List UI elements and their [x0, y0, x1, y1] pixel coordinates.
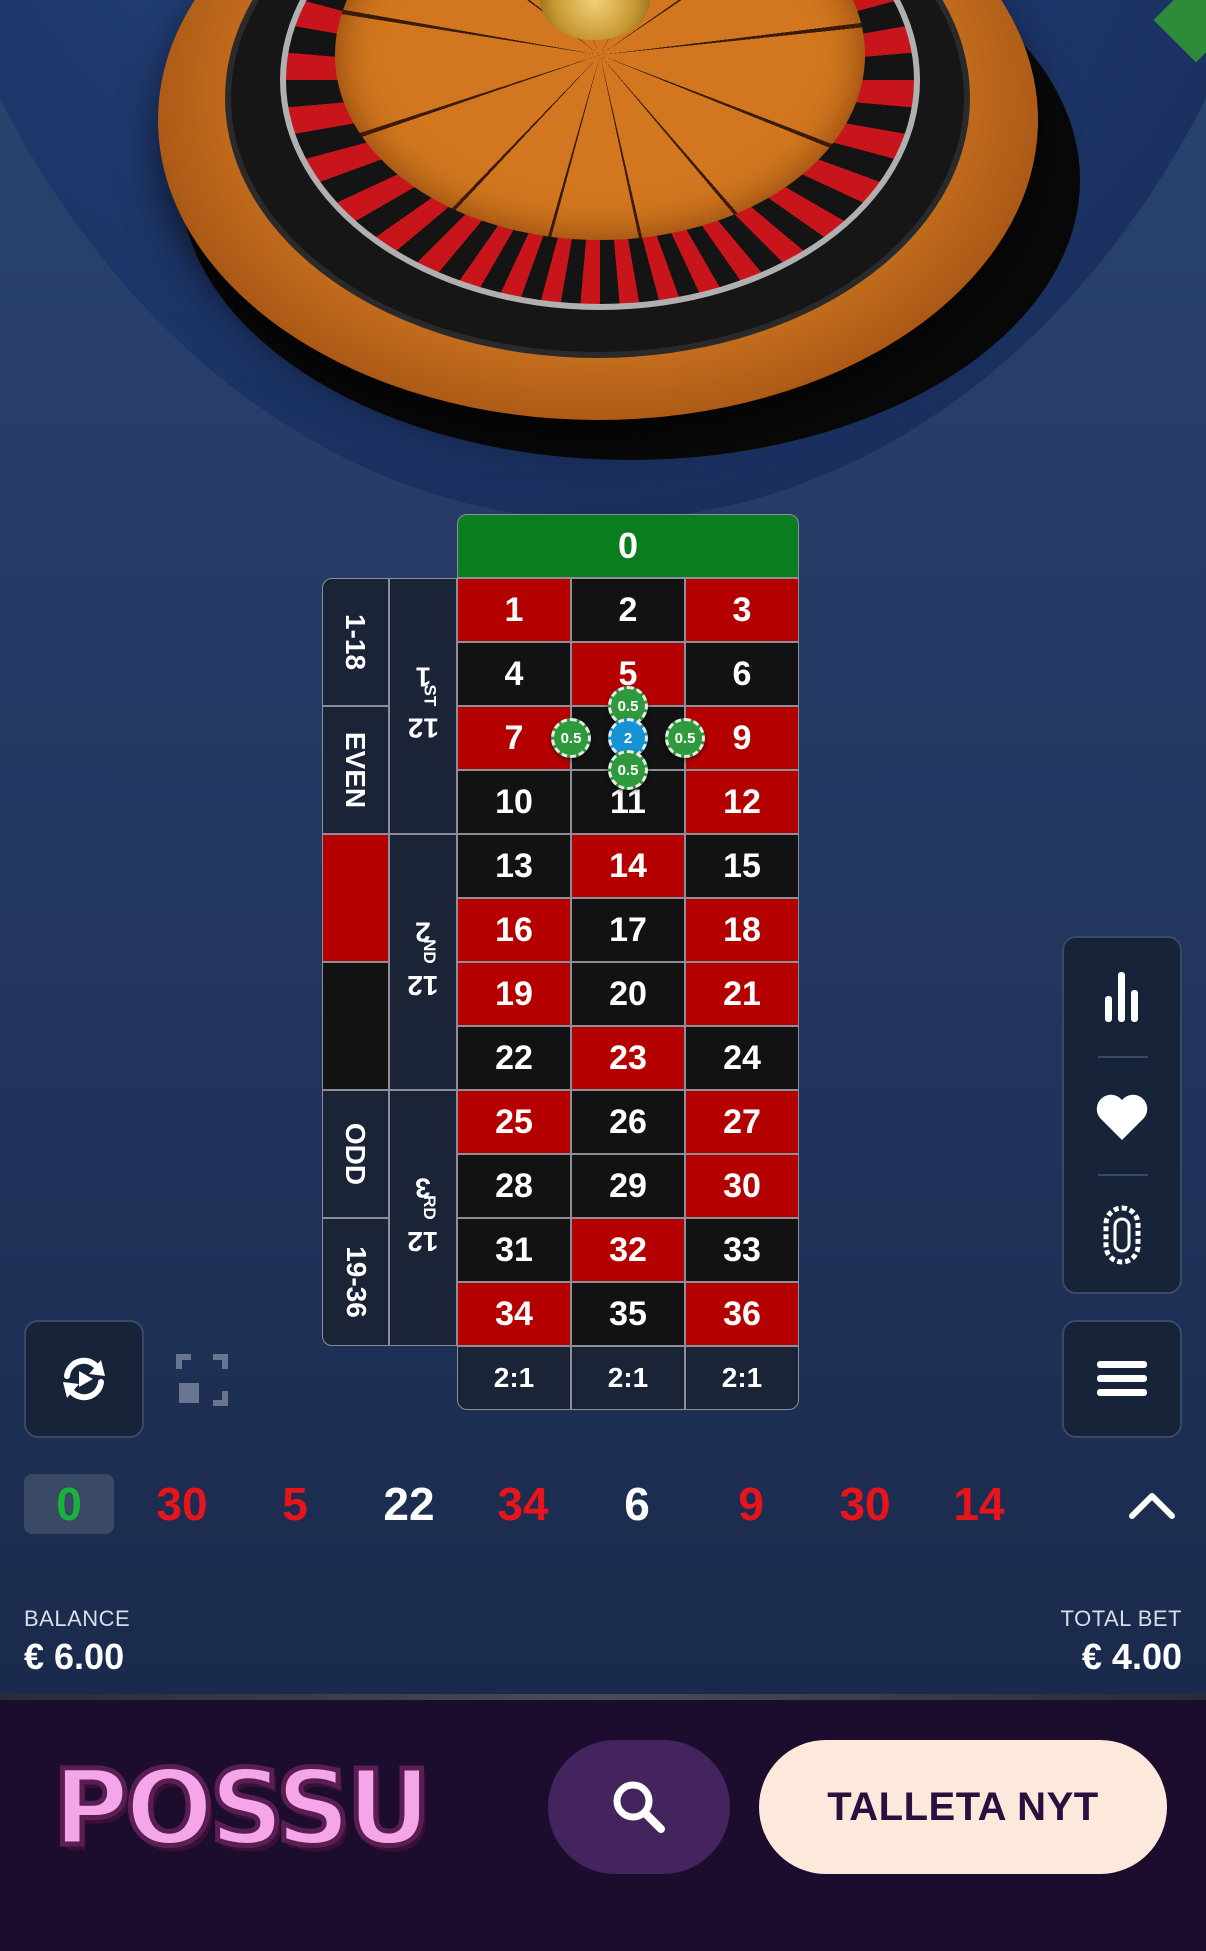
bet-cell-number[interactable]: 22 [457, 1026, 571, 1090]
dozen-value: 12 [407, 970, 439, 1002]
dozen-value: 12 [407, 1226, 439, 1258]
bet-cell-number[interactable]: 14 [571, 834, 685, 898]
roulette-wheel-video [0, 0, 1206, 520]
dozen-label: 3RD12 [407, 1172, 439, 1258]
dozen-number: 3 [415, 1172, 431, 1204]
history-result: 5 [282, 1478, 308, 1530]
history-latest-result: 0 [24, 1474, 114, 1534]
bet-cell-column[interactable]: 2:1 [685, 1346, 799, 1410]
bet-cell-number[interactable]: 21 [685, 962, 799, 1026]
bet-cell-number[interactable]: 2 [571, 578, 685, 642]
bet-cell-number[interactable]: 19 [457, 962, 571, 1026]
bet-chip[interactable]: 0.5 [551, 718, 591, 758]
history-result: 30 [156, 1478, 208, 1530]
bet-cell-number[interactable]: 33 [685, 1218, 799, 1282]
bet-cell-number[interactable]: 27 [685, 1090, 799, 1154]
bet-cell-column[interactable]: 2:1 [457, 1346, 571, 1410]
bet-cell-number[interactable]: 18 [685, 898, 799, 962]
bet-cell-number[interactable]: 32 [571, 1218, 685, 1282]
menu-button[interactable] [1062, 1320, 1182, 1438]
chevron-up-icon [1129, 1493, 1175, 1519]
bet-cell-number[interactable]: 34 [457, 1282, 571, 1346]
bet-cell-number[interactable]: 17 [571, 898, 685, 962]
dozen-value: 12 [407, 712, 439, 744]
fullscreen-icon [176, 1354, 228, 1406]
search-icon [613, 1781, 665, 1833]
bet-cell-zero[interactable]: 0 [457, 514, 799, 578]
outside-bet-label: EVEN [340, 731, 372, 809]
bet-cell-even[interactable]: EVEN [322, 706, 389, 834]
rebet-icon [63, 1357, 105, 1401]
balance-value: € 6.00 [24, 1636, 125, 1677]
possu-logo[interactable]: POSSU [50, 1738, 433, 1878]
dozen-label: 1ST12 [407, 662, 439, 744]
dozen-label: 2ND12 [407, 916, 439, 1002]
history-result: 34 [497, 1478, 549, 1530]
rebet-button[interactable] [24, 1320, 144, 1438]
history-result: 14 [953, 1478, 1005, 1530]
history-result: 30 [839, 1478, 891, 1530]
bet-cell-number[interactable]: 20 [571, 962, 685, 1026]
bet-cell-number[interactable]: 30 [685, 1154, 799, 1218]
bet-cell-number[interactable]: 13 [457, 834, 571, 898]
bet-cell-19-36[interactable]: 19-36 [322, 1218, 389, 1346]
heart-icon [1096, 1094, 1148, 1140]
bet-cell-number[interactable]: 3 [685, 578, 799, 642]
bet-cell-number[interactable]: 35 [571, 1282, 685, 1346]
logo-text: POSSU [50, 1745, 433, 1872]
history-result: 22 [383, 1478, 435, 1530]
bet-cell-dozen[interactable]: 1ST12 [389, 578, 457, 834]
favorites-button[interactable] [1064, 1058, 1180, 1176]
deposit-now-button[interactable]: TALLETA NYT [759, 1740, 1167, 1874]
bet-cell-column[interactable]: 2:1 [571, 1346, 685, 1410]
bet-cell-number[interactable]: 16 [457, 898, 571, 962]
bet-chip[interactable]: 0.5 [608, 750, 648, 790]
dozen-number: 2 [415, 916, 431, 948]
statistics-button[interactable] [1064, 938, 1180, 1056]
history-result: 9 [738, 1478, 764, 1530]
total-bet-label: TOTAL BET [1060, 1606, 1182, 1631]
bet-cell-number[interactable]: 24 [685, 1026, 799, 1090]
outside-bet-label: ODD [340, 1122, 372, 1186]
bet-cell-number[interactable]: 4 [457, 642, 571, 706]
outside-bet-label: 1-18 [340, 613, 372, 671]
balance-label: BALANCE [24, 1606, 131, 1631]
history-fade [1070, 1475, 1130, 1535]
bet-cell-number[interactable]: 23 [571, 1026, 685, 1090]
bet-chip[interactable]: 0.5 [665, 718, 705, 758]
bet-cell-red[interactable] [322, 834, 389, 962]
game-area: 0123456789101112131415161718192021222324… [0, 0, 1206, 1700]
bet-cell-number[interactable]: 12 [685, 770, 799, 834]
bet-cell-number[interactable]: 36 [685, 1282, 799, 1346]
side-panel [1062, 936, 1182, 1294]
history-result: 6 [624, 1478, 650, 1530]
total-bet-value: € 4.00 [1081, 1636, 1182, 1677]
results-history: 0 30 5 22 34 6 9 30 14 [0, 1470, 1206, 1540]
hamburger-menu-icon [1097, 1361, 1147, 1396]
bet-cell-dozen[interactable]: 3RD12 [389, 1090, 457, 1346]
bet-cell-odd[interactable]: ODD [322, 1090, 389, 1218]
bet-cell-dozen[interactable]: 2ND12 [389, 834, 457, 1090]
bet-cell-black[interactable] [322, 962, 389, 1090]
bet-cell-number[interactable]: 1 [457, 578, 571, 642]
bet-cell-number[interactable]: 26 [571, 1090, 685, 1154]
bet-cell-number[interactable]: 6 [685, 642, 799, 706]
fullscreen-button[interactable] [172, 1350, 232, 1410]
bet-cell-number[interactable]: 29 [571, 1154, 685, 1218]
outside-bet-label: 19-36 [340, 1246, 372, 1318]
racetrack-button[interactable] [1064, 1176, 1180, 1294]
bar-chart-icon [1105, 972, 1138, 1022]
bet-cell-number[interactable]: 25 [457, 1090, 571, 1154]
racetrack-icon [1103, 1205, 1141, 1265]
bet-cell-1-18[interactable]: 1-18 [322, 578, 389, 706]
dozen-number: 1 [415, 661, 431, 693]
bet-cell-number[interactable]: 15 [685, 834, 799, 898]
search-button[interactable] [548, 1740, 730, 1874]
bet-cell-number[interactable]: 10 [457, 770, 571, 834]
history-toggle-button[interactable] [1124, 1480, 1180, 1530]
bet-cell-number[interactable]: 28 [457, 1154, 571, 1218]
bet-cell-number[interactable]: 31 [457, 1218, 571, 1282]
